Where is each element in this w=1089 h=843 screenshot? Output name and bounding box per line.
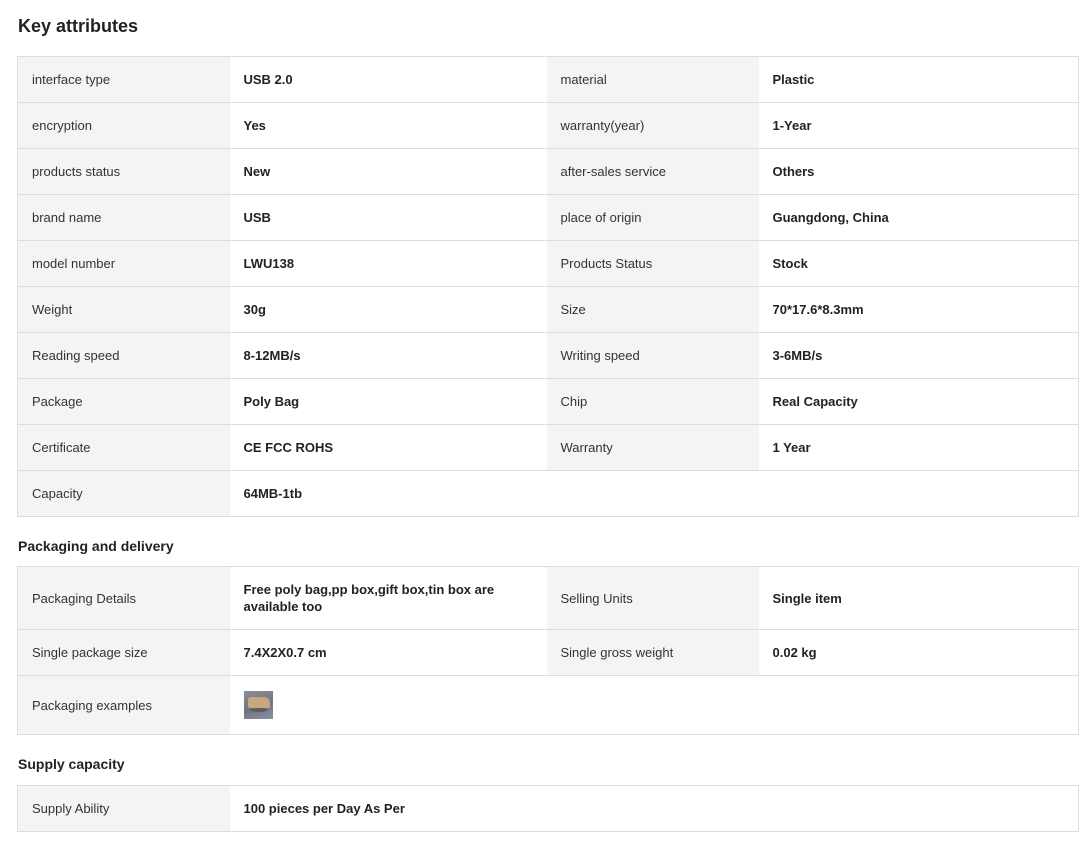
attribute-value: 0.02 kg: [758, 629, 1079, 676]
table-row: Single package size 7.4X2X0.7 cm Single …: [17, 629, 1079, 676]
attribute-key: Packaging examples: [17, 675, 230, 735]
attribute-key: Certificate: [17, 424, 230, 471]
package-thumbnail-icon[interactable]: [243, 691, 273, 719]
attribute-value: Guangdong, China: [758, 194, 1079, 241]
attribute-key: warranty(year): [546, 102, 759, 149]
attribute-key: encryption: [17, 102, 230, 149]
empty-cell: [758, 675, 1079, 735]
attribute-value: 3-6MB/s: [758, 332, 1079, 379]
empty-cell: [758, 470, 1079, 517]
attribute-key: model number: [17, 240, 230, 287]
attribute-value: Single item: [758, 566, 1079, 630]
empty-cell: [546, 785, 759, 832]
attribute-key: Chip: [546, 378, 759, 425]
table-row: Packaging Details Free poly bag,pp box,g…: [17, 566, 1079, 630]
usb-drive-shape: [247, 697, 270, 708]
attribute-key: after-sales service: [546, 148, 759, 195]
table-row: Supply Ability 100 pieces per Day As Per: [17, 785, 1079, 832]
table-row: interface type USB 2.0 material Plastic: [17, 56, 1079, 103]
table-row: Certificate CE FCC ROHS Warranty 1 Year: [17, 424, 1079, 471]
table-row: Weight 30g Size 70*17.6*8.3mm: [17, 286, 1079, 333]
key-attributes-table: interface type USB 2.0 material Plastic …: [17, 56, 1079, 517]
attribute-value: Real Capacity: [758, 378, 1079, 425]
attribute-key: Single package size: [17, 629, 230, 676]
supply-table: Supply Ability 100 pieces per Day As Per: [17, 785, 1079, 832]
key-attributes-title: Key attributes: [18, 16, 139, 36]
table-row: model number LWU138 Products Status Stoc…: [17, 240, 1079, 287]
attribute-value: USB: [229, 194, 547, 241]
attribute-key: Size: [546, 286, 759, 333]
attribute-value: New: [229, 148, 547, 195]
attribute-value: Poly Bag: [229, 378, 547, 425]
attribute-value: 8-12MB/s: [229, 332, 547, 379]
attribute-key: products status: [17, 148, 230, 195]
packaging-delivery-title: Packaging and delivery: [18, 538, 174, 554]
empty-cell: [758, 785, 1079, 832]
attribute-key: Products Status: [546, 240, 759, 287]
attribute-value: 7.4X2X0.7 cm: [229, 629, 547, 676]
attribute-key: Capacity: [17, 470, 230, 517]
attribute-key: place of origin: [546, 194, 759, 241]
table-row: Reading speed 8-12MB/s Writing speed 3-6…: [17, 332, 1079, 379]
attribute-value: Yes: [229, 102, 547, 149]
attribute-key: interface type: [17, 56, 230, 103]
table-row: encryption Yes warranty(year) 1-Year: [17, 102, 1079, 149]
supply-capacity-title: Supply capacity: [18, 756, 125, 772]
empty-cell: [546, 470, 759, 517]
attribute-key: Selling Units: [546, 566, 759, 630]
attribute-value: LWU138: [229, 240, 547, 287]
attribute-value: 70*17.6*8.3mm: [758, 286, 1079, 333]
attribute-value: 100 pieces per Day As Per: [229, 785, 547, 832]
attribute-key: Weight: [17, 286, 230, 333]
attribute-value: Free poly bag,pp box,gift box,tin box ar…: [229, 566, 547, 630]
table-row: Packaging examples: [17, 675, 1079, 735]
attribute-key: Supply Ability: [17, 785, 230, 832]
attribute-key: Writing speed: [546, 332, 759, 379]
attribute-value: Plastic: [758, 56, 1079, 103]
attribute-key: brand name: [17, 194, 230, 241]
table-row: products status New after-sales service …: [17, 148, 1079, 195]
table-row: Capacity 64MB-1tb: [17, 470, 1079, 517]
attribute-key: Reading speed: [17, 332, 230, 379]
table-row: brand name USB place of origin Guangdong…: [17, 194, 1079, 241]
attribute-key: Package: [17, 378, 230, 425]
attribute-value: 64MB-1tb: [229, 470, 547, 517]
table-row: Package Poly Bag Chip Real Capacity: [17, 378, 1079, 425]
attribute-value: Others: [758, 148, 1079, 195]
attribute-key: Packaging Details: [17, 566, 230, 630]
thumbnail-shadow: [249, 708, 268, 712]
attribute-key: Single gross weight: [546, 629, 759, 676]
product-attributes-page: Key attributes interface type USB 2.0 ma…: [0, 0, 1089, 843]
attribute-value: USB 2.0: [229, 56, 547, 103]
attribute-value: 30g: [229, 286, 547, 333]
attribute-value: 1-Year: [758, 102, 1079, 149]
attribute-value: Stock: [758, 240, 1079, 287]
packaging-example-cell: [229, 675, 547, 735]
attribute-key: Warranty: [546, 424, 759, 471]
empty-cell: [546, 675, 759, 735]
attribute-key: material: [546, 56, 759, 103]
attribute-value: 1 Year: [758, 424, 1079, 471]
attribute-value: CE FCC ROHS: [229, 424, 547, 471]
packaging-table: Packaging Details Free poly bag,pp box,g…: [17, 566, 1079, 735]
